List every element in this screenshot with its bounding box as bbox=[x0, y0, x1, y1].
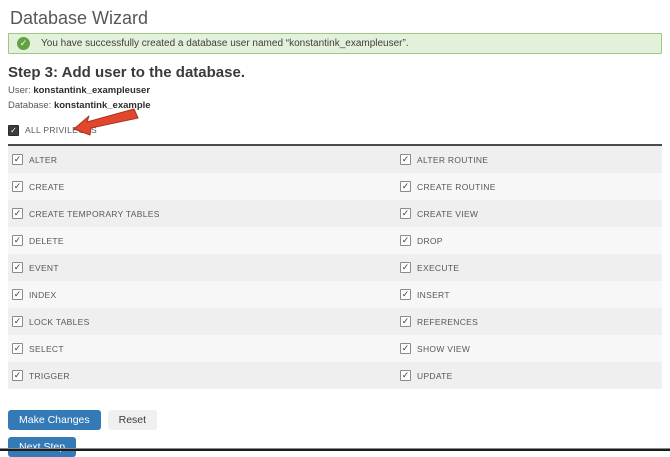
privilege-checkbox[interactable]: ✓ bbox=[12, 316, 23, 327]
user-value: konstantink_exampleuser bbox=[33, 85, 151, 96]
database-wizard-page: Database Wizard ✓ You have successfully … bbox=[0, 7, 670, 457]
make-changes-button[interactable]: Make Changes bbox=[8, 410, 101, 430]
privilege-checkbox[interactable]: ✓ bbox=[12, 343, 23, 354]
privilege-cell: ✓ LOCK TABLES bbox=[8, 316, 400, 327]
privilege-checkbox[interactable]: ✓ bbox=[400, 262, 411, 273]
privilege-cell: ✓ ALTER bbox=[8, 154, 400, 165]
privilege-label: DROP bbox=[417, 235, 443, 246]
privilege-label: UPDATE bbox=[417, 370, 453, 381]
privilege-label: CREATE TEMPORARY TABLES bbox=[29, 208, 160, 219]
privilege-label: SHOW VIEW bbox=[417, 343, 471, 354]
privilege-cell: ✓ INSERT bbox=[400, 289, 662, 300]
privilege-cell: ✓ CREATE TEMPORARY TABLES bbox=[8, 208, 400, 219]
privilege-checkbox[interactable]: ✓ bbox=[400, 343, 411, 354]
privilege-label: CREATE VIEW bbox=[417, 208, 479, 219]
page-title: Database Wizard bbox=[10, 8, 149, 28]
privilege-label: SELECT bbox=[29, 343, 64, 354]
action-buttons: Make Changes Reset bbox=[8, 410, 662, 430]
privilege-checkbox[interactable]: ✓ bbox=[12, 208, 23, 219]
all-privileges-checkbox[interactable]: ✓ bbox=[8, 124, 19, 136]
privilege-checkbox[interactable]: ✓ bbox=[12, 154, 23, 165]
success-check-icon: ✓ bbox=[17, 37, 30, 50]
privilege-label: EVENT bbox=[29, 262, 59, 273]
privilege-checkbox[interactable]: ✓ bbox=[12, 289, 23, 300]
privilege-checkbox[interactable]: ✓ bbox=[400, 181, 411, 192]
privilege-row: ✓ DELETE ✓ DROP bbox=[8, 227, 662, 254]
privilege-label: CREATE bbox=[29, 181, 65, 192]
privilege-cell: ✓ SHOW VIEW bbox=[400, 343, 662, 354]
privilege-checkbox[interactable]: ✓ bbox=[12, 235, 23, 246]
privilege-checkbox[interactable]: ✓ bbox=[400, 316, 411, 327]
privilege-row: ✓ INDEX ✓ INSERT bbox=[8, 281, 662, 308]
privilege-checkbox[interactable]: ✓ bbox=[12, 370, 23, 381]
privilege-cell: ✓ UPDATE bbox=[400, 370, 662, 381]
privilege-row: ✓ ALTER ✓ ALTER ROUTINE bbox=[8, 146, 662, 173]
privilege-label: EXECUTE bbox=[417, 262, 460, 273]
privilege-cell: ✓ CREATE VIEW bbox=[400, 208, 662, 219]
success-message: You have successfully created a database… bbox=[41, 38, 409, 49]
privilege-row: ✓ CREATE TEMPORARY TABLES ✓ CREATE VIEW bbox=[8, 200, 662, 227]
privilege-checkbox[interactable]: ✓ bbox=[400, 154, 411, 165]
next-step-button[interactable]: Next Step bbox=[8, 437, 77, 457]
user-label: User: bbox=[8, 85, 31, 96]
privilege-cell: ✓ REFERENCES bbox=[400, 316, 662, 327]
reset-button[interactable]: Reset bbox=[107, 410, 158, 430]
privilege-row: ✓ SELECT ✓ SHOW VIEW bbox=[8, 335, 662, 362]
privilege-cell: ✓ EVENT bbox=[8, 262, 400, 273]
success-banner: ✓ You have successfully created a databa… bbox=[8, 33, 662, 54]
privileges-table: ✓ ALTER ✓ ALTER ROUTINE ✓ CREATE ✓ CREATE ROUTI… bbox=[8, 146, 662, 389]
privilege-checkbox[interactable]: ✓ bbox=[400, 235, 411, 246]
privilege-label: TRIGGER bbox=[29, 370, 70, 381]
privilege-row: ✓ EVENT ✓ EXECUTE bbox=[8, 254, 662, 281]
privilege-label: ALTER ROUTINE bbox=[417, 154, 489, 165]
privilege-cell: ✓ ALTER ROUTINE bbox=[400, 154, 662, 165]
privilege-cell: ✓ TRIGGER bbox=[8, 370, 400, 381]
privilege-cell: ✓ DROP bbox=[400, 235, 662, 246]
privilege-label: REFERENCES bbox=[417, 316, 479, 327]
privilege-label: LOCK TABLES bbox=[29, 316, 90, 327]
privilege-checkbox[interactable]: ✓ bbox=[12, 262, 23, 273]
privilege-checkbox[interactable]: ✓ bbox=[12, 181, 23, 192]
privilege-row: ✓ TRIGGER ✓ UPDATE bbox=[8, 362, 662, 389]
user-line: User: konstantink_exampleuser bbox=[8, 85, 662, 96]
all-privileges-label: ALL PRIVILEGES bbox=[25, 125, 97, 135]
bottom-edge-bar bbox=[0, 448, 670, 451]
privilege-label: DELETE bbox=[29, 235, 64, 246]
privilege-cell: ✓ CREATE ROUTINE bbox=[400, 181, 662, 192]
privilege-checkbox[interactable]: ✓ bbox=[400, 289, 411, 300]
privilege-checkbox[interactable]: ✓ bbox=[400, 208, 411, 219]
privilege-label: INSERT bbox=[417, 289, 450, 300]
privilege-cell: ✓ CREATE bbox=[8, 181, 400, 192]
all-privileges-row: ✓ ALL PRIVILEGES bbox=[8, 108, 662, 136]
privilege-label: ALTER bbox=[29, 154, 58, 165]
privilege-cell: ✓ EXECUTE bbox=[400, 262, 662, 273]
privilege-label: CREATE ROUTINE bbox=[417, 181, 496, 192]
privilege-cell: ✓ DELETE bbox=[8, 235, 400, 246]
privilege-label: INDEX bbox=[29, 289, 57, 300]
database-label: Database: bbox=[8, 100, 52, 111]
privilege-checkbox[interactable]: ✓ bbox=[400, 370, 411, 381]
privilege-cell: ✓ SELECT bbox=[8, 343, 400, 354]
database-line: Database: konstantink_example bbox=[8, 100, 662, 111]
privilege-row: ✓ LOCK TABLES ✓ REFERENCES bbox=[8, 308, 662, 335]
privilege-row: ✓ CREATE ✓ CREATE ROUTINE bbox=[8, 173, 662, 200]
step-heading: Step 3: Add user to the database. bbox=[8, 64, 245, 81]
privilege-cell: ✓ INDEX bbox=[8, 289, 400, 300]
database-value: konstantink_example bbox=[53, 100, 151, 111]
